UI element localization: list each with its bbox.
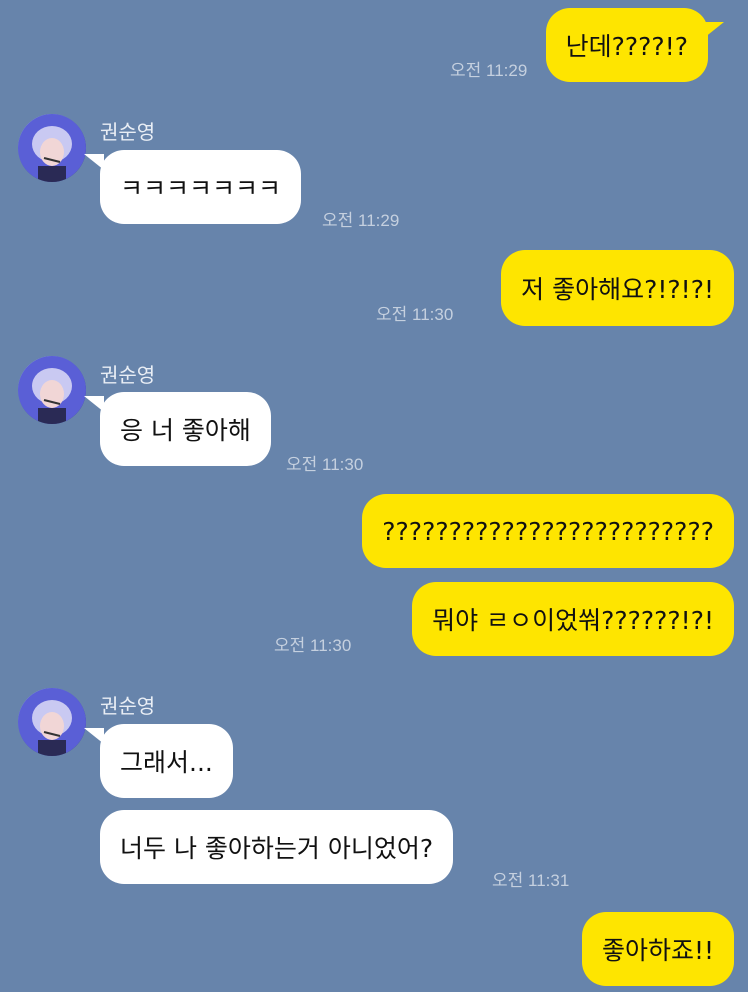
my-message-bubble[interactable]: ????????????????????????? [362, 494, 734, 568]
their-message-bubble[interactable]: ㅋㅋㅋㅋㅋㅋㅋ [100, 150, 302, 224]
message-text: 그래서... [120, 748, 213, 777]
message-text: ㅋㅋㅋㅋㅋㅋㅋ [120, 174, 282, 203]
their-message-bubble[interactable]: 너두 나 좋아하는거 아니었어? [100, 810, 454, 884]
message-text: 좋아하죠!! [601, 936, 714, 965]
their-message-bubble[interactable]: 그래서... [100, 724, 233, 798]
chat-area[interactable]: 난데????!? 오전 11:29 권순영 ㅋㅋㅋㅋㅋㅋㅋ 오전 11:29 저… [0, 0, 748, 992]
message-timestamp: 오전 11:31 [492, 871, 570, 890]
profile-photo [18, 688, 86, 756]
profile-photo [18, 356, 86, 424]
my-message-bubble[interactable]: 난데????!? [545, 8, 708, 82]
my-message-bubble[interactable]: 뭐야 ㄹㅇ이었쒀??????!?! [412, 582, 734, 656]
message-timestamp: 오전 11:29 [450, 61, 528, 80]
profile-photo [18, 114, 86, 182]
message-timestamp: 오전 11:30 [376, 305, 454, 324]
message-text: ????????????????????????? [382, 516, 714, 546]
bubble-tail [704, 22, 724, 38]
message-text: 난데????!? [565, 32, 688, 61]
message-text: 너두 나 좋아하는거 아니었어? [120, 834, 434, 863]
message-timestamp: 오전 11:30 [286, 455, 364, 474]
contact-avatar[interactable] [18, 114, 86, 182]
bubble-tail [84, 154, 104, 170]
contact-name: 권순영 [100, 120, 156, 144]
bubble-tail [84, 396, 104, 412]
bubble-tail [84, 728, 104, 744]
message-text: 저 좋아해요?!?!?! [521, 275, 714, 304]
my-message-bubble[interactable]: 좋아하죠!! [581, 912, 734, 986]
my-message-bubble[interactable]: 저 좋아해요?!?!?! [501, 250, 734, 326]
message-text: 응 너 좋아해 [120, 416, 251, 445]
contact-name: 권순영 [100, 694, 156, 718]
contact-avatar[interactable] [18, 688, 86, 756]
message-text: 뭐야 ㄹㅇ이었쒀??????!?! [432, 606, 714, 635]
contact-avatar[interactable] [18, 356, 86, 424]
their-message-bubble[interactable]: 응 너 좋아해 [100, 392, 271, 466]
message-timestamp: 오전 11:29 [322, 211, 400, 230]
message-timestamp: 오전 11:30 [274, 636, 352, 655]
contact-name: 권순영 [100, 363, 156, 387]
